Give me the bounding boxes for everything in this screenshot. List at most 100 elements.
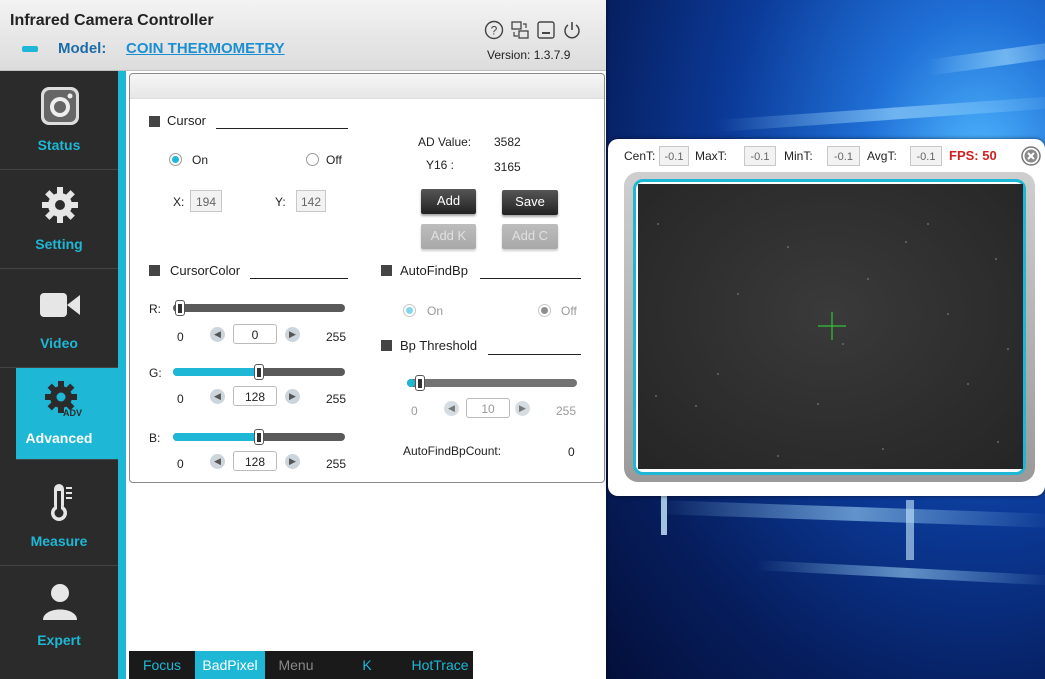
cursor-off-label: Off bbox=[326, 153, 342, 167]
cent-value: -0.1 bbox=[659, 146, 689, 166]
g-value-field[interactable]: 128 bbox=[233, 386, 277, 406]
bp-max-label: 255 bbox=[556, 404, 577, 418]
svg-text:ADV: ADV bbox=[63, 408, 82, 418]
model-link[interactable]: COIN THERMOMETRY bbox=[126, 40, 285, 57]
autofindbp-on-label: On bbox=[427, 304, 444, 318]
y16-label: Y16 : bbox=[426, 158, 455, 172]
tab-focus[interactable]: Focus bbox=[129, 651, 195, 679]
tab-menu[interactable]: Menu bbox=[265, 651, 327, 679]
thermal-viewer-window: CenT: -0.1 MaxT: -0.1 MinT: -0.1 AvgT: -… bbox=[608, 139, 1045, 496]
tab-badpixel[interactable]: BadPixel bbox=[195, 651, 265, 679]
bp-threshold-slider-fill bbox=[407, 379, 415, 387]
cursorcolor-group-marker bbox=[149, 265, 160, 276]
sidebar-accent bbox=[118, 71, 126, 679]
divider bbox=[480, 278, 581, 279]
b-min-label: 0 bbox=[177, 457, 184, 471]
bp-threshold-slider[interactable] bbox=[407, 379, 577, 387]
r-increment-arrow-icon[interactable]: ▶ bbox=[285, 327, 300, 342]
r-max-label: 255 bbox=[326, 330, 347, 344]
thermometer-icon bbox=[39, 481, 81, 523]
mint-label: MinT: bbox=[784, 149, 813, 163]
tab-k[interactable]: K bbox=[327, 651, 407, 679]
bp-threshold-slider-thumb[interactable] bbox=[415, 375, 426, 391]
autofindbp-off-label: Off bbox=[561, 304, 577, 318]
bp-decrement-arrow-icon[interactable]: ◀ bbox=[444, 401, 459, 416]
sidebar-item-expert[interactable]: Expert bbox=[0, 566, 118, 664]
sidebar-item-setting[interactable]: Setting bbox=[0, 170, 118, 269]
app-title: Infrared Camera Controller bbox=[10, 12, 214, 29]
b-value-field[interactable]: 128 bbox=[233, 451, 277, 471]
x-label: X: bbox=[173, 195, 185, 209]
r-decrement-arrow-icon[interactable]: ◀ bbox=[210, 327, 225, 342]
cursor-on-label: On bbox=[192, 153, 209, 167]
b-slider-fill bbox=[173, 433, 259, 441]
model-label: Model: bbox=[58, 40, 107, 57]
viewer-stats-bar: CenT: -0.1 MaxT: -0.1 MinT: -0.1 AvgT: -… bbox=[608, 139, 1045, 169]
thermal-image[interactable] bbox=[638, 184, 1023, 469]
user-icon bbox=[39, 580, 81, 622]
avgt-label: AvgT: bbox=[867, 149, 897, 163]
close-icon[interactable] bbox=[1021, 146, 1041, 166]
r-slider[interactable] bbox=[173, 304, 345, 312]
avgt-value: -0.1 bbox=[910, 146, 942, 166]
bp-threshold-field[interactable]: 10 bbox=[466, 398, 510, 418]
b-increment-arrow-icon[interactable]: ▶ bbox=[285, 454, 300, 469]
viewer-frame bbox=[624, 172, 1035, 482]
sidebar-item-label: Advanced bbox=[25, 430, 93, 446]
cursor-group-marker bbox=[149, 116, 160, 127]
power-icon[interactable] bbox=[562, 20, 582, 40]
maxt-label: MaxT: bbox=[695, 149, 728, 163]
autofindbpcount-value: 0 bbox=[568, 445, 575, 459]
b-max-label: 255 bbox=[326, 457, 347, 471]
switch-display-icon[interactable] bbox=[510, 20, 530, 40]
autofindbp-on-radio[interactable] bbox=[403, 304, 416, 317]
b-decrement-arrow-icon[interactable]: ◀ bbox=[210, 454, 225, 469]
maxt-value: -0.1 bbox=[744, 146, 776, 166]
autofindbp-group-title: AutoFindBp bbox=[400, 263, 468, 278]
gear-icon bbox=[39, 184, 81, 226]
title-bar: Infrared Camera Controller Model: COIN T… bbox=[0, 0, 606, 71]
g-slider-thumb[interactable] bbox=[254, 364, 264, 380]
add-c-button[interactable]: Add C bbox=[502, 224, 558, 249]
r-value-field[interactable]: 0 bbox=[233, 324, 277, 344]
advanced-gear-icon: ADV bbox=[42, 378, 84, 420]
bottom-tab-bar: Focus BadPixel Menu K HotTrace bbox=[129, 651, 473, 679]
sidebar-item-status[interactable]: Status bbox=[0, 71, 118, 170]
cursor-crosshair-icon bbox=[818, 312, 846, 340]
b-label: B: bbox=[149, 431, 161, 445]
r-label: R: bbox=[149, 302, 161, 316]
sidebar-item-advanced[interactable]: ADV Advanced bbox=[16, 368, 118, 460]
add-button[interactable]: Add bbox=[421, 189, 476, 214]
sidebar-item-label: Setting bbox=[35, 236, 83, 252]
version-label: Version: 1.3.7.9 bbox=[487, 48, 571, 62]
r-slider-thumb[interactable] bbox=[175, 300, 185, 316]
bp-increment-arrow-icon[interactable]: ▶ bbox=[515, 401, 530, 416]
camera-icon bbox=[39, 85, 81, 127]
autofindbp-off-radio[interactable] bbox=[538, 304, 551, 317]
cursor-y-field[interactable]: 142 bbox=[296, 190, 326, 212]
save-button[interactable]: Save bbox=[502, 190, 558, 215]
cursor-x-field[interactable]: 194 bbox=[190, 190, 222, 212]
minimize-icon[interactable] bbox=[536, 20, 556, 40]
sidebar-item-label: Expert bbox=[37, 632, 81, 648]
b-slider-thumb[interactable] bbox=[254, 429, 264, 445]
sidebar-item-video[interactable]: Video bbox=[0, 269, 118, 368]
g-decrement-arrow-icon[interactable]: ◀ bbox=[210, 389, 225, 404]
r-min-label: 0 bbox=[177, 330, 184, 344]
ad-value-label: AD Value: bbox=[418, 135, 472, 149]
controller-window: Infrared Camera Controller Model: COIN T… bbox=[0, 0, 606, 679]
divider bbox=[488, 354, 581, 355]
cent-label: CenT: bbox=[624, 149, 656, 163]
cursor-on-radio[interactable] bbox=[169, 153, 182, 166]
panel-header bbox=[130, 74, 604, 99]
sidebar-item-measure[interactable]: Measure bbox=[0, 467, 118, 566]
add-k-button[interactable]: Add K bbox=[421, 224, 476, 249]
cursor-off-radio[interactable] bbox=[306, 153, 319, 166]
tab-hottrace[interactable]: HotTrace bbox=[407, 651, 473, 679]
divider bbox=[216, 128, 348, 129]
help-icon[interactable]: ? bbox=[484, 20, 504, 40]
g-label: G: bbox=[149, 366, 162, 380]
g-min-label: 0 bbox=[177, 392, 184, 406]
g-increment-arrow-icon[interactable]: ▶ bbox=[285, 389, 300, 404]
ad-value: 3582 bbox=[494, 135, 521, 149]
